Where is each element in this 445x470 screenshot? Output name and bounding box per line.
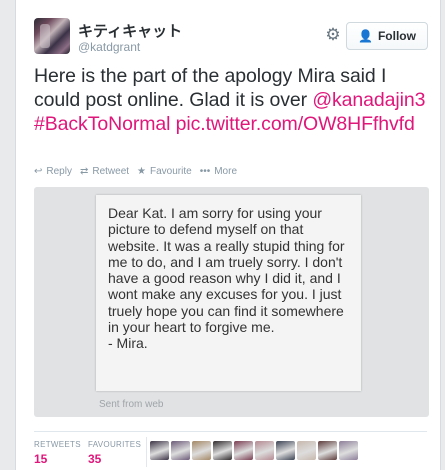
avatar-3[interactable] bbox=[192, 441, 211, 460]
reply-icon: ↩ bbox=[34, 166, 43, 177]
favourite-action[interactable]: ★ Favourite bbox=[137, 166, 192, 177]
avatar-10[interactable] bbox=[339, 441, 358, 460]
avatar-1[interactable] bbox=[150, 441, 169, 460]
more-action[interactable]: ••• More bbox=[200, 166, 237, 177]
more-label: More bbox=[214, 166, 238, 177]
favourites-count[interactable]: 35 bbox=[88, 452, 101, 466]
mention-link[interactable]: @kanadajin3 bbox=[312, 89, 425, 111]
retweets-label: RETWEETS bbox=[34, 440, 81, 449]
avatar-5[interactable] bbox=[234, 441, 253, 460]
favouriter-avatars bbox=[150, 441, 358, 460]
star-icon: ★ bbox=[137, 166, 147, 177]
retweet-action[interactable]: ⇄ Retweet bbox=[80, 166, 129, 177]
avatar-9[interactable] bbox=[318, 441, 337, 460]
avatar[interactable] bbox=[34, 18, 70, 54]
media-image[interactable]: Dear Kat. I am sorry for using your pict… bbox=[34, 187, 429, 417]
retweet-label: Retweet bbox=[92, 166, 130, 177]
reply-label: Reply bbox=[46, 166, 72, 177]
follow-label: Follow bbox=[377, 29, 416, 43]
avatar-8[interactable] bbox=[297, 441, 316, 460]
retweets-count[interactable]: 15 bbox=[34, 452, 47, 466]
letter-screenshot: Dear Kat. I am sorry for using your pict… bbox=[96, 195, 361, 391]
stats-separator bbox=[146, 437, 147, 467]
avatar-6[interactable] bbox=[255, 441, 274, 460]
reply-action[interactable]: ↩ Reply bbox=[34, 166, 72, 177]
avatar-2[interactable] bbox=[171, 441, 190, 460]
pic-link[interactable]: pic.twitter.com/OW8HFfhvfd bbox=[176, 113, 415, 135]
add-user-icon: 👤 bbox=[358, 29, 373, 43]
sent-from-label: Sent from web bbox=[99, 399, 164, 410]
handle[interactable]: @katdgrant bbox=[78, 40, 140, 54]
favourites-label: FAVOURITES bbox=[88, 440, 142, 449]
avatar-4[interactable] bbox=[213, 441, 232, 460]
display-name[interactable]: キティキャット bbox=[78, 20, 182, 41]
avatar-7[interactable] bbox=[276, 441, 295, 460]
tweet-actions: ↩ Reply ⇄ Retweet ★ Favourite ••• More bbox=[34, 166, 245, 177]
hashtag-link[interactable]: #BackToNormal bbox=[34, 113, 170, 135]
follow-button[interactable]: 👤 Follow bbox=[346, 22, 428, 50]
gear-icon[interactable]: ⚙ bbox=[324, 26, 342, 44]
letter-text: Dear Kat. I am sorry for using your pict… bbox=[108, 205, 345, 352]
retweet-icon: ⇄ bbox=[79, 166, 89, 177]
divider bbox=[34, 431, 427, 432]
tweet-text: Here is the part of the apology Mira sai… bbox=[34, 64, 429, 136]
favourite-label: Favourite bbox=[150, 166, 192, 177]
tweet-card: キティキャット @katdgrant ⚙ 👤 Follow Here is th… bbox=[15, 0, 441, 470]
more-icon: ••• bbox=[199, 166, 211, 177]
